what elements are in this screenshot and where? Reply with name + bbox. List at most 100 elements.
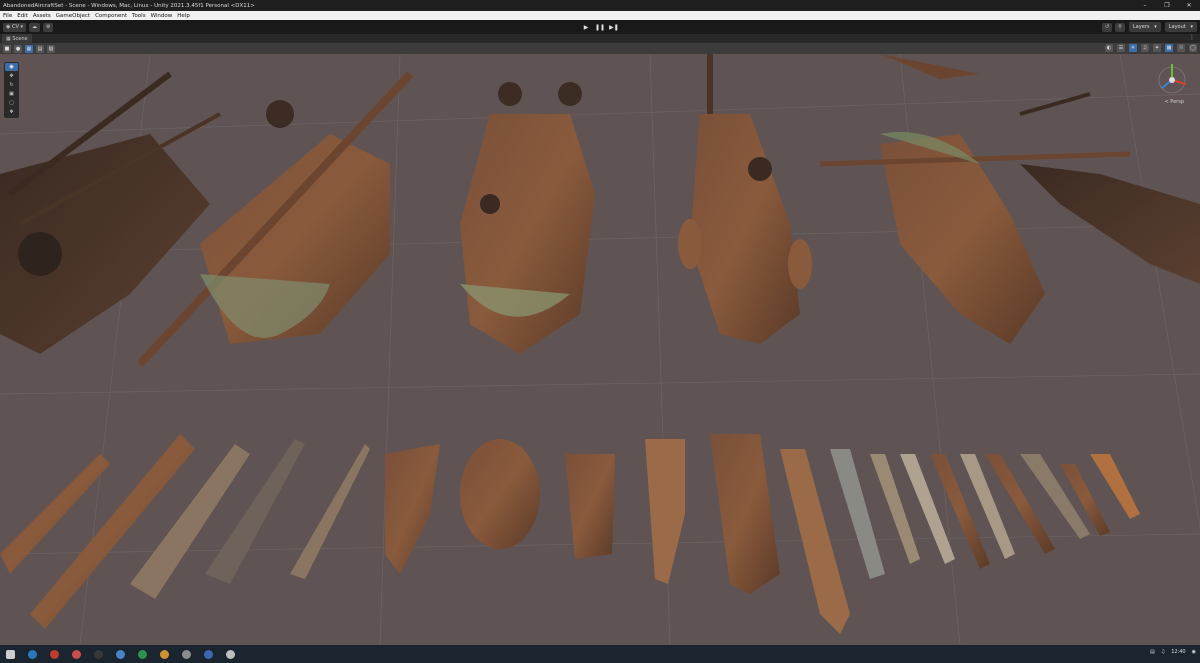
search-icon: ⚲ [1118,24,1122,30]
collab-button[interactable]: ⚙ [42,22,54,32]
effects-toggle[interactable]: ✦ [1153,44,1161,52]
account-label: CV [11,24,19,30]
app-icon-10[interactable] [226,649,235,659]
audio-icon: ♫ [1142,45,1148,51]
step-button[interactable]: ▶❚ [607,22,621,32]
scene-viewport[interactable]: ◉ ✥ ↻ ▣ ▢ ❖ < Persp [0,54,1200,645]
app-icon-7[interactable] [160,649,169,659]
light-icon: ☀ [1130,45,1136,51]
tab-scene[interactable]: ▦ Scene [2,34,32,43]
play-controls: ▶ ❚❚ ▶❚ [579,22,621,32]
snap-icon: ▧ [48,45,54,52]
history-button[interactable]: ↺ [1102,22,1113,32]
window-title: AbandonedAircraftSet - Scene - Windows, … [3,2,255,9]
clock[interactable]: 12:40 [1171,649,1185,655]
network-icon[interactable]: ▤ [1150,649,1155,655]
eye-icon: ◉ [9,64,14,70]
pause-icon: ❚❚ [594,23,606,31]
rect-icon: ▢ [9,100,14,106]
minimize-button[interactable]: – [1134,0,1156,11]
menu-tools[interactable]: Tools [132,13,146,19]
rotate-icon: ↻ [9,82,14,88]
menu-bar: File Edit Assets GameObject Component To… [0,11,1200,20]
maximize-button[interactable]: ❐ [1156,0,1178,11]
notification-icon[interactable]: ◉ [1192,649,1196,655]
menu-assets[interactable]: Assets [33,13,51,19]
transform-tools: ◉ ✥ ↻ ▣ ▢ ❖ [4,62,19,118]
scale-tool-button[interactable]: ▣ [5,90,18,98]
shading-icon: ■ [4,45,10,52]
move-tool-button[interactable]: ✥ [5,72,18,80]
volume-icon[interactable]: ♫ [1161,649,1165,655]
snap-button[interactable]: ▧ [47,44,55,53]
scale-icon: ▣ [9,91,14,97]
app-icon-9[interactable] [204,649,213,659]
collab-icon: ⚙ [45,24,51,30]
transform-icon: ❖ [9,109,14,115]
view-tool-button[interactable]: ◉ [5,63,18,71]
audio-toggle[interactable]: ♫ [1141,44,1149,52]
globe-icon: ◯ [1190,45,1196,51]
local-icon: ▤ [37,45,43,52]
camera-icon: ▩ [1166,45,1172,51]
grid-icon: ▦ [26,45,32,52]
account-dropdown[interactable]: ◉ CV ▾ [3,22,26,32]
draw-mode-button[interactable]: ● [14,44,22,53]
cloud-button[interactable]: ☁ [28,22,40,32]
step-icon: ▶❚ [609,23,619,31]
gizmos-button[interactable]: ☉ [1177,44,1185,52]
effects-icon: ✦ [1154,45,1160,51]
local-button[interactable]: ▤ [36,44,44,53]
layers-view-button[interactable]: ☰ [1117,44,1125,52]
cloud-icon: ☁ [31,24,37,30]
perspective-label[interactable]: < Persp [1164,99,1184,105]
layout-label: Layout [1168,24,1186,30]
app-icon-6[interactable] [138,649,147,659]
stack-icon: ☰ [1118,45,1124,51]
history-icon: ↺ [1105,24,1110,30]
render-icon: ◐ [1106,45,1112,51]
start-icon[interactable] [6,649,15,659]
sphere-icon: ● [15,45,21,52]
app-icon-3[interactable] [72,649,81,659]
app-icon-1[interactable] [28,649,37,659]
rect-tool-button[interactable]: ▢ [5,99,18,107]
gizmo-render-button[interactable]: ◐ [1105,44,1113,52]
app-icon-4[interactable] [94,649,103,659]
menu-edit[interactable]: Edit [17,13,28,19]
move-icon: ✥ [9,73,14,79]
layers-label: Layers [1132,24,1150,30]
search-button[interactable]: ⚲ [1115,22,1125,32]
scene-render [0,54,1200,645]
scene-toolbar: ■ ● ▦ ▤ ▧ ◐ ☰ ☀ ♫ ✦ ▩ ☉ ◯ [0,43,1200,54]
scene-tab-bar: ▦ Scene ⋮ [0,34,1200,43]
main-toolbar: ◉ CV ▾ ☁ ⚙ ▶ ❚❚ ▶❚ ↺ ⚲ Layers ▾ Layout ▾ [0,20,1200,34]
windows-taskbar: ▤ ♫ 12:40 ◉ [0,645,1200,663]
pause-button[interactable]: ❚❚ [593,22,607,32]
globe-button[interactable]: ◯ [1189,44,1197,52]
app-icon-8[interactable] [182,649,191,659]
menu-file[interactable]: File [3,13,12,19]
play-button[interactable]: ▶ [579,22,593,32]
layers-dropdown[interactable]: Layers ▾ [1128,22,1161,32]
close-button[interactable]: ✕ [1178,0,1200,11]
menu-component[interactable]: Component [95,13,127,19]
menu-gameobject[interactable]: GameObject [56,13,90,19]
app-icon-2[interactable] [50,649,59,659]
gizmos-icon: ☉ [1178,45,1184,51]
lighting-toggle[interactable]: ☀ [1129,44,1137,52]
app-icon-5[interactable] [116,649,125,659]
global-pivot-button[interactable]: ▦ [25,44,33,53]
camera-button[interactable]: ▩ [1165,44,1173,52]
menu-help[interactable]: Help [177,13,190,19]
menu-window[interactable]: Window [151,13,173,19]
transform-tool-button[interactable]: ❖ [5,108,18,116]
system-tray: ▤ ♫ 12:40 ◉ [1144,649,1196,655]
kebab-menu-icon[interactable]: ⋮ [1189,34,1195,41]
layout-dropdown[interactable]: Layout ▾ [1164,22,1197,32]
tab-scene-label: Scene [12,35,28,42]
play-icon: ▶ [583,23,589,31]
title-bar: AbandonedAircraftSet - Scene - Windows, … [0,0,1200,11]
rotate-tool-button[interactable]: ↻ [5,81,18,89]
shading-mode-button[interactable]: ■ [3,44,11,53]
